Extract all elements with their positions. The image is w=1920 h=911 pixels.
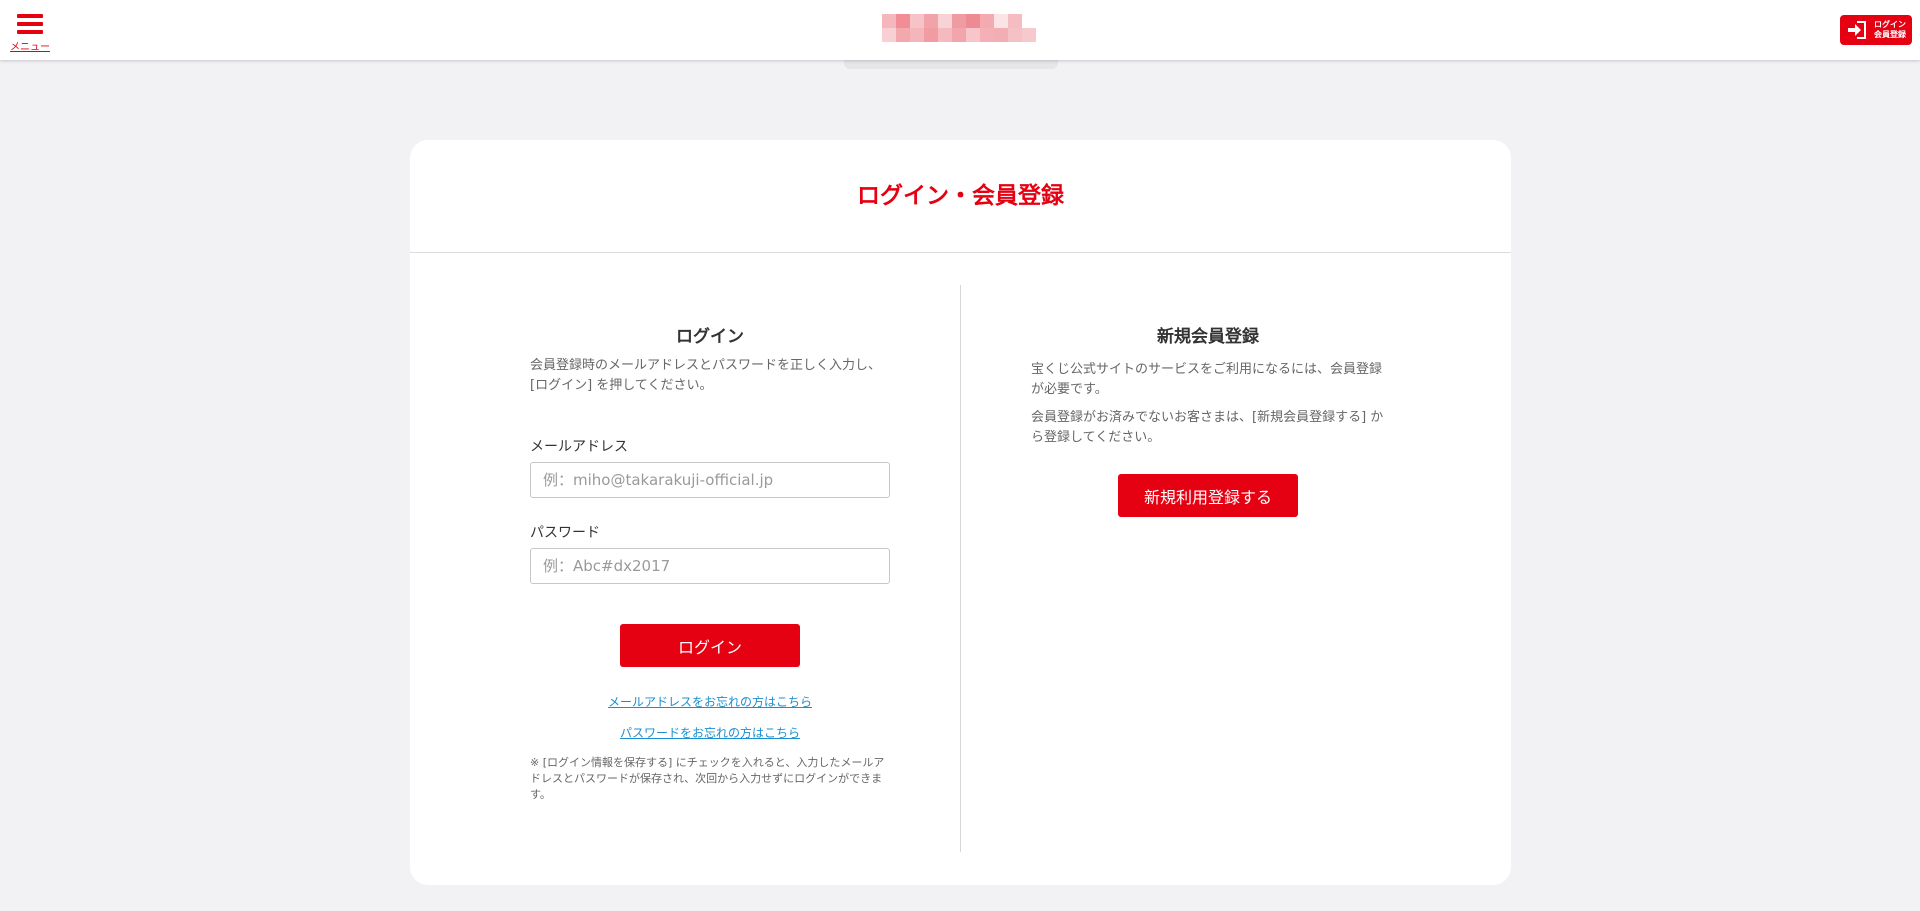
login-section: ログイン 会員登録時のメールアドレスとパスワードを正しく入力し、[ログイン] を… bbox=[530, 253, 890, 803]
register-button[interactable]: 新規利用登録する bbox=[1118, 474, 1298, 517]
login-register-card: ログイン・会員登録 ログイン 会員登録時のメールアドレスとパスワードを正しく入力… bbox=[410, 140, 1511, 885]
password-label: パスワード bbox=[530, 525, 600, 541]
pixelated-logo-image bbox=[882, 14, 1036, 42]
register-heading: 新規会員登録 bbox=[1157, 327, 1259, 347]
forgot-password-link[interactable]: パスワードをお忘れの方はこちら bbox=[530, 724, 890, 741]
login-save-note: ※ [ログイン情報を保存する] にチェックを入れると、入力したメールアドレスとパ… bbox=[530, 756, 885, 801]
column-divider bbox=[960, 285, 961, 852]
hamburger-icon bbox=[17, 14, 43, 34]
login-button[interactable]: ログイン bbox=[620, 624, 800, 667]
site-header: メニュー ログイン 会員登録 bbox=[0, 0, 1920, 60]
email-label: メールアドレス bbox=[530, 439, 628, 455]
login-arrow-icon bbox=[1848, 21, 1866, 39]
password-input[interactable] bbox=[530, 548, 890, 584]
menu-button[interactable]: メニュー bbox=[8, 10, 52, 56]
header-login-text: ログイン 会員登録 bbox=[1872, 20, 1908, 40]
register-section: 新規会員登録 宝くじ公式サイトのサービスをご利用になるには、会員登録が必要です。… bbox=[1031, 253, 1385, 517]
login-heading: ログイン bbox=[676, 327, 744, 347]
register-description-2: 会員登録がお済みでないお客さまは、[新規会員登録する] から登録してください。 bbox=[1031, 410, 1384, 445]
forgot-email-link[interactable]: メールアドレスをお忘れの方はこちら bbox=[530, 693, 890, 710]
login-description: 会員登録時のメールアドレスとパスワードを正しく入力し、[ログイン] を押してくだ… bbox=[530, 358, 882, 393]
header-login-line2: 会員登録 bbox=[1874, 30, 1906, 39]
page-title: ログイン・会員登録 bbox=[410, 140, 1511, 253]
site-logo[interactable] bbox=[882, 14, 1036, 42]
email-input[interactable] bbox=[530, 462, 890, 498]
header-login-line1: ログイン bbox=[1874, 20, 1906, 29]
register-description-1: 宝くじ公式サイトのサービスをご利用になるには、会員登録が必要です。 bbox=[1031, 362, 1383, 397]
header-login-button[interactable]: ログイン 会員登録 bbox=[1840, 15, 1912, 45]
menu-label: メニュー bbox=[10, 42, 50, 53]
